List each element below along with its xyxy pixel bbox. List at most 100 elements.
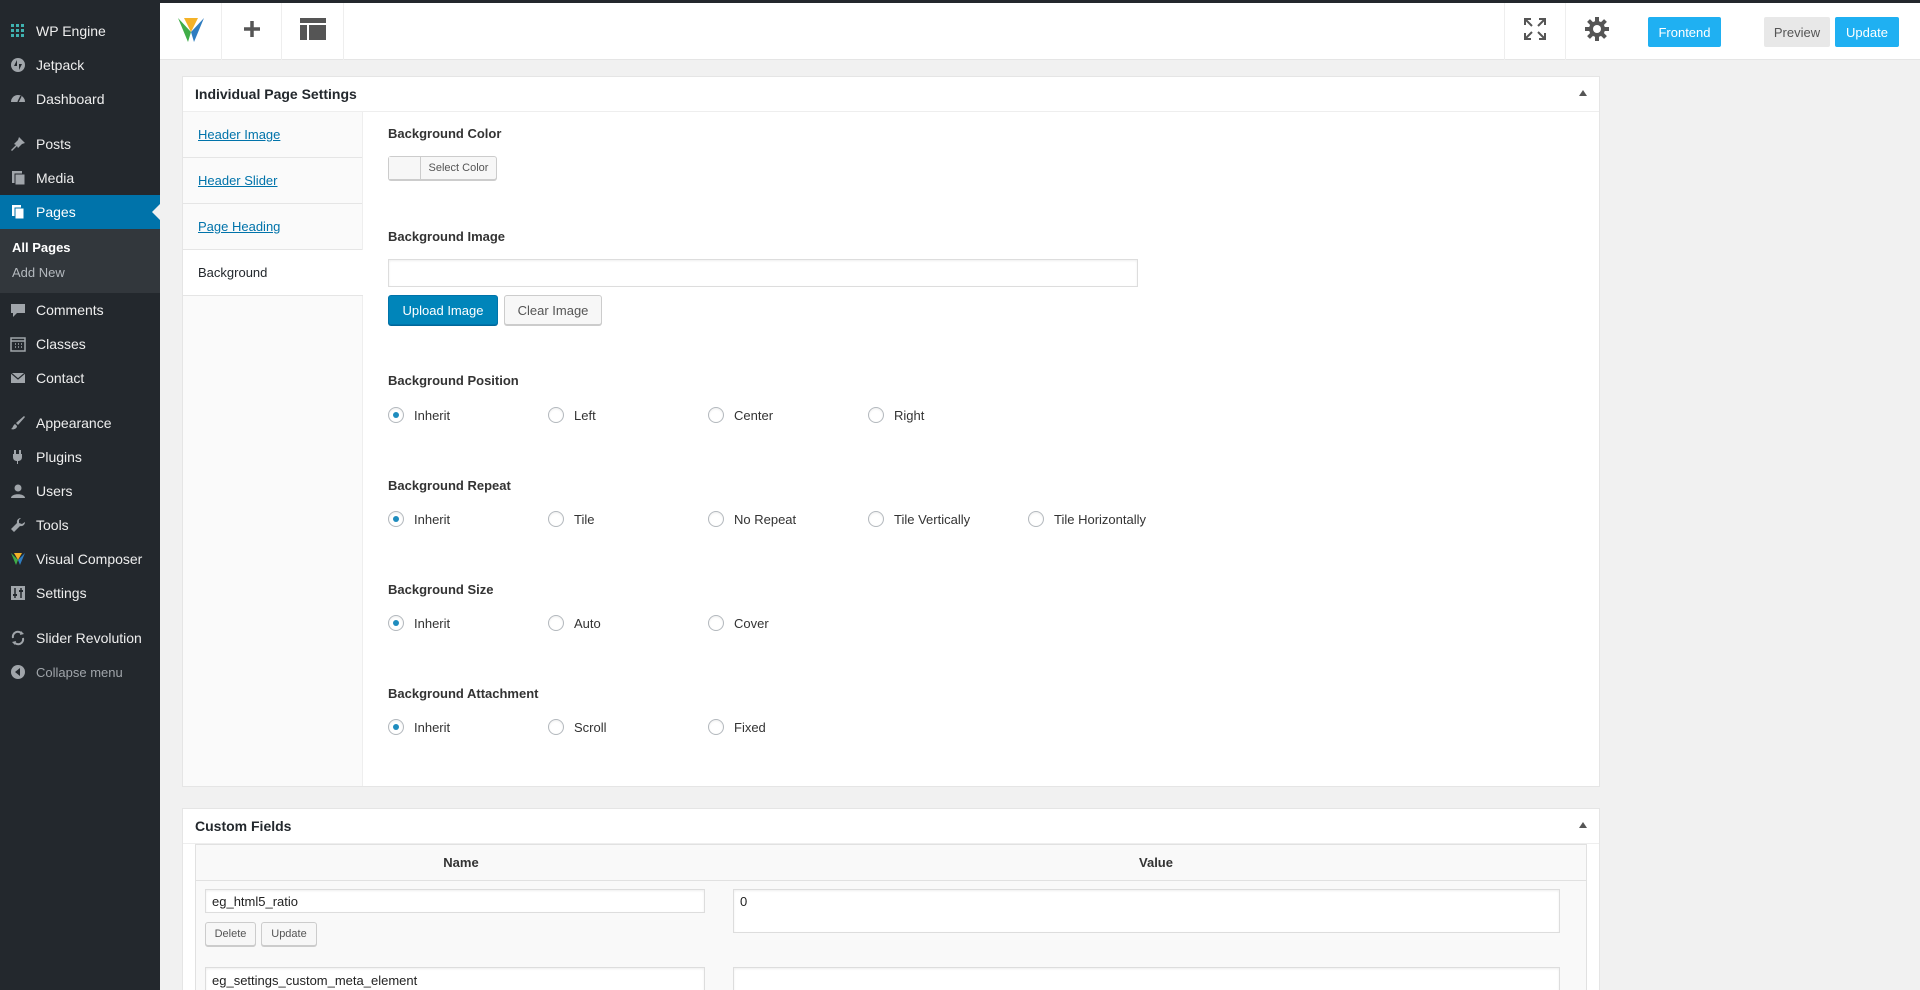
panel-header[interactable]: Individual Page Settings: [183, 77, 1599, 112]
sidebar-item-appearance[interactable]: Appearance: [0, 406, 160, 440]
table-header: Name Value: [196, 845, 1586, 881]
fullscreen-icon: [1523, 17, 1547, 46]
radio-repeat-tile[interactable]: Tile: [548, 511, 594, 527]
upload-image-button[interactable]: Upload Image: [388, 295, 498, 325]
sidebar-item-label: Slider Revolution: [36, 630, 142, 646]
radio-label: Inherit: [414, 511, 451, 527]
radio-repeat-tile-horizontally[interactable]: Tile Horizontally: [1028, 511, 1146, 527]
sidebar-item-comments[interactable]: Comments: [0, 293, 160, 327]
custom-field-name-input[interactable]: eg_settings_custom_meta_element: [205, 967, 705, 990]
bg-position-label: Background Position: [388, 373, 519, 388]
sidebar-item-plugins[interactable]: Plugins: [0, 440, 160, 474]
tab-header-image[interactable]: Header Image: [183, 112, 362, 158]
color-picker-button[interactable]: Select Color: [388, 156, 497, 180]
fullscreen-button[interactable]: [1504, 3, 1566, 60]
radio-dot: [868, 407, 884, 423]
radio-dot: [388, 719, 404, 735]
vc-logo-button[interactable]: [160, 3, 222, 60]
preview-button[interactable]: Preview: [1764, 17, 1830, 47]
color-swatch: [389, 157, 421, 179]
radio-position-inherit[interactable]: Inherit: [388, 407, 450, 423]
bg-size-radio-group: Inherit Auto Cover: [388, 615, 888, 633]
delete-field-button[interactable]: Delete: [205, 922, 256, 946]
radio-repeat-inherit[interactable]: Inherit: [388, 511, 450, 527]
radio-size-inherit[interactable]: Inherit: [388, 615, 450, 631]
tab-page-heading[interactable]: Page Heading: [183, 204, 362, 250]
radio-attachment-scroll[interactable]: Scroll: [548, 719, 607, 735]
bg-size-label: Background Size: [388, 582, 494, 597]
radio-dot: [548, 511, 564, 527]
custom-field-value-textarea[interactable]: [733, 967, 1560, 990]
tab-background[interactable]: Background: [183, 250, 363, 296]
bg-image-url-input[interactable]: [388, 259, 1138, 287]
update-button[interactable]: Update: [1835, 17, 1899, 47]
sidebar-item-slider-revolution[interactable]: Slider Revolution: [0, 621, 160, 655]
bg-attachment-radio-group: Inherit Scroll Fixed: [388, 719, 888, 737]
radio-size-cover[interactable]: Cover: [708, 615, 769, 631]
radio-label: No Repeat: [734, 511, 797, 527]
sidebar-item-jetpack[interactable]: Jetpack: [0, 48, 160, 82]
clear-image-button[interactable]: Clear Image: [504, 295, 602, 325]
sidebar-item-label: Settings: [36, 585, 87, 601]
radio-label: Fixed: [734, 719, 766, 735]
radio-label: Scroll: [574, 719, 607, 735]
sidebar-item-media[interactable]: Media: [0, 161, 160, 195]
bg-color-label: Background Color: [388, 126, 502, 141]
comment-icon: [10, 302, 26, 318]
radio-size-auto[interactable]: Auto: [548, 615, 601, 631]
submenu-all-pages[interactable]: All Pages: [0, 235, 160, 260]
pages-submenu: All Pages Add New: [0, 229, 160, 293]
collapse-toggle-icon[interactable]: [1579, 90, 1587, 96]
custom-field-name-input[interactable]: eg_html5_ratio: [205, 889, 705, 913]
plug-icon: [10, 449, 26, 465]
radio-label: Tile: [574, 511, 595, 527]
radio-dot: [708, 407, 724, 423]
sidebar-item-label: Tools: [36, 517, 69, 533]
radio-label: Center: [734, 407, 774, 423]
sidebar-item-posts[interactable]: Posts: [0, 127, 160, 161]
submenu-add-new[interactable]: Add New: [0, 260, 160, 285]
radio-dot: [708, 511, 724, 527]
sidebar-item-visual-composer[interactable]: Visual Composer: [0, 542, 160, 576]
sidebar-item-label: Visual Composer: [36, 551, 143, 567]
sidebar-item-contact[interactable]: Contact: [0, 361, 160, 395]
sidebar-item-pages[interactable]: Pages: [0, 195, 160, 229]
radio-dot: [388, 407, 404, 423]
settings-button[interactable]: [1566, 3, 1628, 60]
collapse-toggle-icon[interactable]: [1579, 822, 1587, 828]
tab-header-slider[interactable]: Header Slider: [183, 158, 362, 204]
radio-repeat-tile-vertically[interactable]: Tile Vertically: [868, 511, 970, 527]
radio-dot: [548, 719, 564, 735]
radio-dot: [388, 511, 404, 527]
sidebar-item-wp-engine[interactable]: WP Engine: [0, 14, 160, 48]
panel-header[interactable]: Custom Fields: [183, 809, 1599, 844]
custom-field-value-textarea[interactable]: 0: [733, 889, 1560, 933]
sidebar-item-users[interactable]: Users: [0, 474, 160, 508]
sidebar-item-tools[interactable]: Tools: [0, 508, 160, 542]
sidebar-item-classes[interactable]: Classes: [0, 327, 160, 361]
radio-attachment-inherit[interactable]: Inherit: [388, 719, 450, 735]
radio-label: Auto: [574, 615, 601, 631]
admin-sidebar: WP Engine Jetpack Dashboard Posts Media …: [0, 0, 160, 990]
sidebar-item-settings[interactable]: Settings: [0, 576, 160, 610]
radio-position-right[interactable]: Right: [868, 407, 924, 423]
sidebar-item-label: Classes: [36, 336, 86, 352]
sidebar-item-label: Users: [36, 483, 73, 499]
collapse-menu-button[interactable]: Collapse menu: [0, 655, 160, 689]
sidebar-item-dashboard[interactable]: Dashboard: [0, 82, 160, 116]
radio-label: Tile Horizontally: [1054, 511, 1146, 527]
column-header-value: Value: [1139, 855, 1173, 870]
plus-icon: [242, 19, 262, 44]
update-field-button[interactable]: Update: [261, 922, 317, 946]
sidebar-item-label: Posts: [36, 136, 72, 152]
table-row: eg_html5_ratio Delete Update 0: [196, 881, 1586, 967]
radio-position-center[interactable]: Center: [708, 407, 773, 423]
radio-repeat-no-repeat[interactable]: No Repeat: [708, 511, 796, 527]
radio-attachment-fixed[interactable]: Fixed: [708, 719, 766, 735]
add-element-button[interactable]: [222, 3, 282, 60]
radio-position-left[interactable]: Left: [548, 407, 596, 423]
frontend-button[interactable]: Frontend: [1648, 17, 1721, 47]
jetpack-icon: [10, 57, 26, 73]
templates-button[interactable]: [282, 3, 344, 60]
radio-label: Right: [894, 407, 925, 423]
